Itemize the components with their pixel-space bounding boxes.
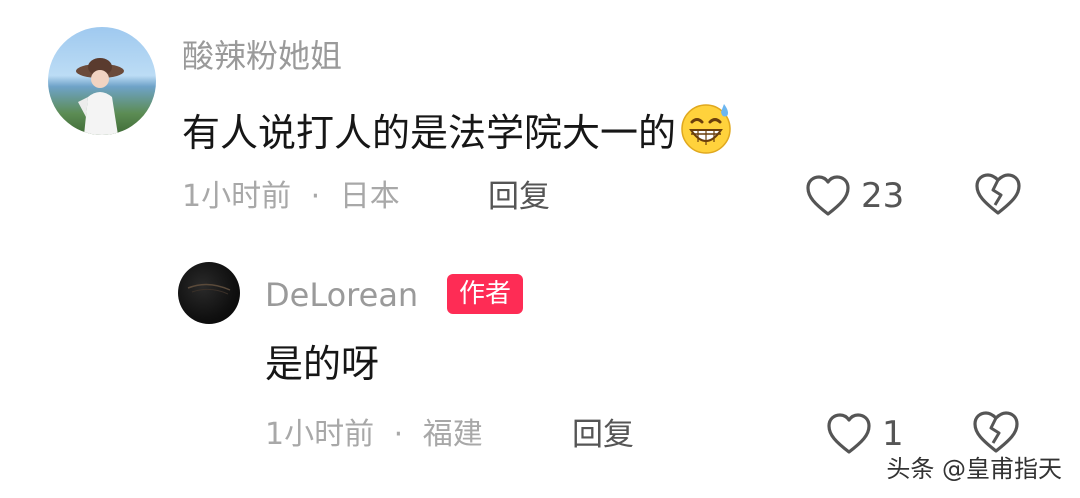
reply-button[interactable]: 回复 — [572, 415, 634, 455]
comment-meta: 1小时前 · 日本 — [182, 177, 400, 217]
heart-icon — [806, 175, 850, 216]
grinning-sweat-emoji-icon — [681, 104, 731, 154]
avatar-image — [76, 58, 124, 135]
reply-text: 是的呀 — [265, 342, 380, 386]
like-count: 1 — [882, 414, 904, 454]
heart-icon — [827, 413, 871, 454]
watermark: 头条 @皇甫指天 — [886, 455, 1062, 483]
like-count: 23 — [861, 176, 905, 216]
comment-username[interactable]: 酸辣粉她姐 — [182, 36, 342, 76]
reply-username[interactable]: DeLorean — [265, 275, 418, 315]
like-button[interactable]: 23 — [805, 171, 904, 221]
avatar-image — [187, 283, 231, 295]
meta-separator: · — [310, 179, 321, 214]
broken-heart-icon — [975, 173, 1021, 215]
comment-text: 有人说打人的是法学院大一的 — [182, 100, 734, 158]
dislike-button[interactable] — [971, 409, 1021, 459]
reply-location: 福建 — [422, 417, 483, 452]
avatar[interactable] — [178, 262, 240, 324]
comment-time: 1小时前 — [182, 179, 292, 214]
like-button[interactable]: 1 — [826, 409, 904, 459]
author-badge: 作者 — [447, 274, 524, 314]
avatar[interactable] — [48, 27, 156, 135]
broken-heart-icon — [973, 411, 1019, 453]
reply-time: 1小时前 — [265, 417, 375, 452]
dislike-button[interactable] — [973, 171, 1023, 221]
meta-separator: · — [393, 417, 404, 452]
reply-meta: 1小时前 · 福建 — [265, 415, 483, 455]
reply-button[interactable]: 回复 — [488, 177, 550, 217]
comment-location: 日本 — [339, 179, 400, 214]
